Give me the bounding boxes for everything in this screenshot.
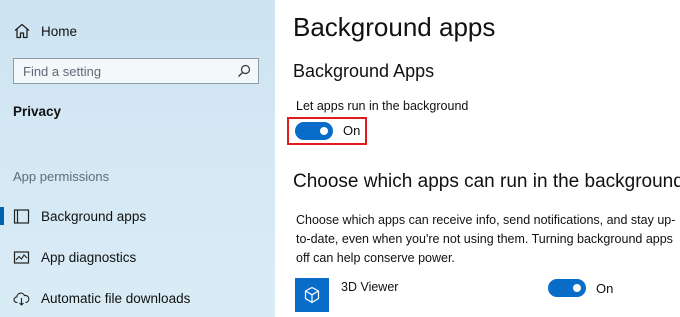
background-apps-heading: Background Apps [293, 61, 435, 81]
toggle-knob [573, 284, 581, 292]
toggle-description: Let apps run in the background [296, 99, 469, 113]
home-label: Home [41, 23, 78, 39]
app-toggle-state-label: On [596, 281, 614, 296]
search-input[interactable] [14, 59, 237, 83]
sidebar-item-automatic-file-downloads[interactable]: Automatic file downloads [0, 283, 275, 313]
category-title: Privacy [13, 104, 62, 119]
background-apps-toggle[interactable] [295, 122, 333, 140]
sidebar-item-app-diagnostics[interactable]: App diagnostics [0, 242, 275, 272]
app-name: 3D Viewer [341, 280, 399, 294]
sidebar-item-label: App diagnostics [41, 249, 137, 265]
toggle-knob [320, 127, 328, 135]
sidebar-item-label: Background apps [41, 208, 147, 224]
settings-sidebar: Home Privacy App permissions Background … [0, 0, 275, 317]
app-permissions-heading: App permissions [13, 169, 110, 184]
choose-apps-description: Choose which apps can receive info, send… [296, 213, 676, 265]
home-nav-button[interactable]: Home [13, 20, 77, 42]
sidebar-item-background-apps[interactable]: Background apps [0, 201, 275, 231]
3d-viewer-toggle[interactable] [548, 279, 586, 297]
app-diagnostics-icon [13, 250, 30, 264]
3d-cube-icon [304, 286, 320, 304]
cloud-download-icon [13, 292, 30, 306]
background-apps-icon [13, 208, 30, 224]
search-icon[interactable] [237, 64, 251, 78]
page-title: Background apps [293, 12, 496, 42]
settings-content: Background apps Background Apps Let apps… [275, 0, 680, 317]
search-box[interactable] [13, 58, 259, 84]
sidebar-item-label: Automatic file downloads [41, 290, 191, 306]
selection-indicator [0, 207, 4, 225]
toggle-state-label: On [343, 123, 361, 138]
app-tile [295, 278, 329, 312]
home-icon [14, 23, 30, 39]
choose-apps-heading: Choose which apps can run in the backgro… [293, 171, 680, 192]
